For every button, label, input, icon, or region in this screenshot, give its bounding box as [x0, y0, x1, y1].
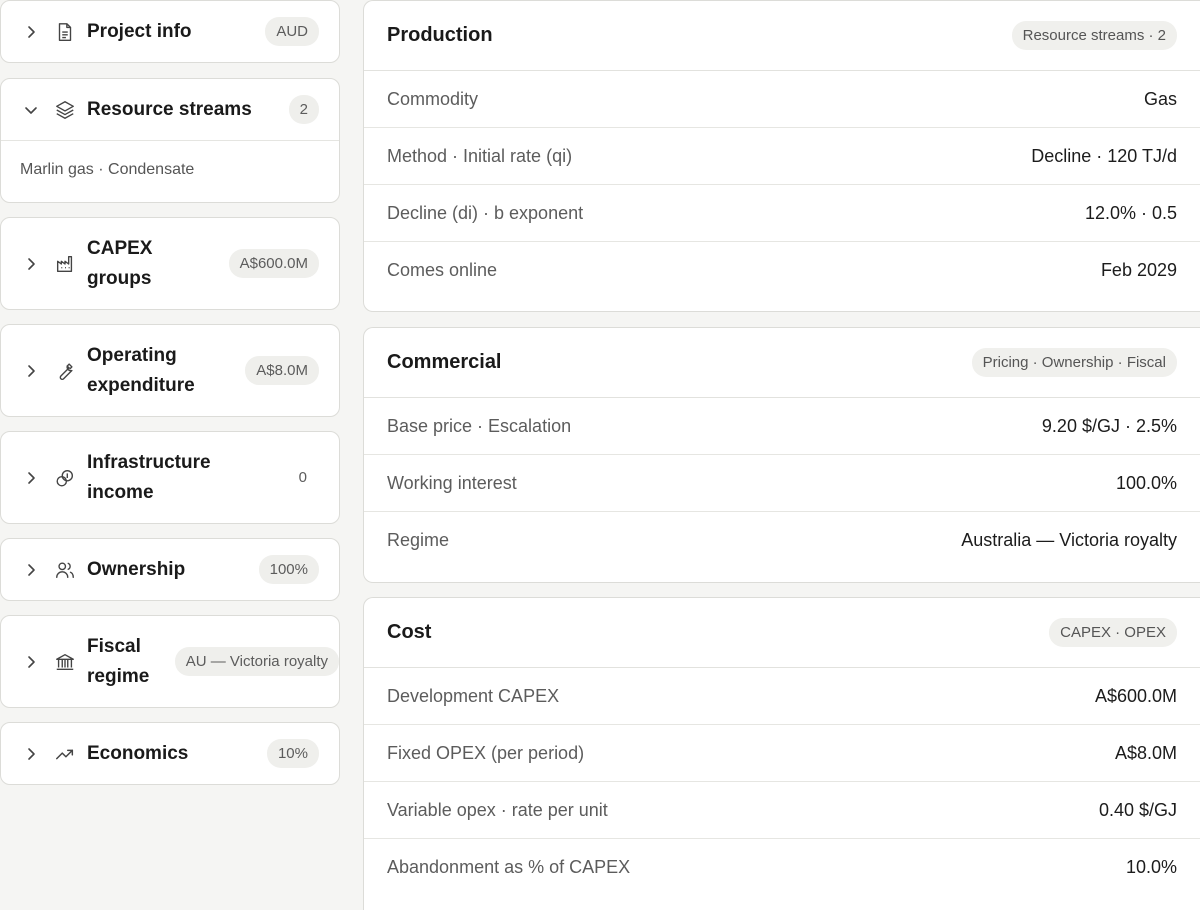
row-value: 100.0%	[1115, 472, 1177, 493]
trending-up-icon	[53, 742, 77, 766]
row-label: Base price · Escalation	[387, 415, 572, 436]
table-row: Commodity Gas	[364, 71, 1200, 128]
chevron-down-icon[interactable]	[21, 100, 41, 120]
table-row: Variable opex · rate per unit 0.40 $/GJ	[364, 782, 1200, 839]
row-label: Method · Initial rate (qi)	[387, 145, 573, 166]
row-value: 9.20 $/GJ · 2.5%	[1041, 415, 1177, 436]
row-value: A$8.0M	[1114, 742, 1177, 763]
count-badge: 2	[288, 95, 319, 124]
section-fiscal-regime[interactable]: Fiscal regime AU — Victoria royalty	[0, 615, 340, 708]
panel-title: Commercial	[387, 351, 502, 373]
layers-icon	[53, 98, 77, 122]
section-title: CAPEX groups	[87, 237, 153, 289]
section-title: Resource streams	[87, 98, 252, 120]
resource-streams-summary: Marlin gas · Condensate	[1, 140, 339, 203]
users-icon	[53, 558, 77, 582]
chevron-right-icon[interactable]	[21, 254, 41, 274]
percent-badge: 100%	[258, 555, 319, 584]
document-icon	[53, 20, 77, 44]
row-label: Commodity	[387, 88, 479, 109]
panel-badge[interactable]: CAPEX · OPEX	[1049, 618, 1177, 647]
section-title: Economics	[87, 742, 189, 764]
section-capex-groups[interactable]: CAPEX groups A$600.0M	[0, 217, 340, 310]
regime-badge: AU — Victoria royalty	[174, 647, 339, 676]
chevron-right-icon[interactable]	[21, 468, 41, 488]
currency-badge: AUD	[265, 17, 319, 46]
page: Project info AUD Resource streams 2 Marl…	[0, 0, 1200, 910]
panel-title: Production	[387, 24, 493, 46]
row-value: Feb 2029	[1100, 260, 1177, 280]
wrench-icon	[53, 359, 77, 383]
table-row: Base price · Escalation 9.20 $/GJ · 2.5%	[364, 398, 1200, 455]
row-value: Gas	[1143, 88, 1177, 109]
section-project-info[interactable]: Project info AUD	[0, 0, 340, 63]
row-label: Abandonment as % of CAPEX	[387, 857, 631, 877]
table-row: Working interest 100.0%	[364, 455, 1200, 512]
chevron-right-icon[interactable]	[21, 560, 41, 580]
section-economics[interactable]: Economics 10%	[0, 722, 340, 785]
commercial-panel: Commercial Pricing · Ownership · Fiscal …	[363, 327, 1200, 583]
row-value: 0.40 $/GJ	[1098, 799, 1177, 820]
row-value: 12.0% · 0.5	[1084, 202, 1177, 223]
table-row: Fixed OPEX (per period) A$8.0M	[364, 725, 1200, 782]
section-title: Ownership	[87, 558, 186, 580]
section-title: Project info	[87, 20, 192, 42]
section-infrastructure-income[interactable]: Infrastructure income 0	[0, 431, 340, 524]
row-value: Decline · 120 TJ/d	[1031, 145, 1177, 166]
row-value: A$600.0M	[1094, 685, 1177, 706]
section-title: Infrastructure income	[87, 451, 211, 503]
discount-rate-badge: 10%	[266, 739, 319, 768]
row-label: Regime	[387, 530, 450, 550]
chevron-right-icon[interactable]	[21, 744, 41, 764]
production-panel: Production Resource streams · 2 Commodit…	[363, 0, 1200, 312]
table-row: Regime Australia — Victoria royalty	[364, 512, 1200, 569]
cost-panel: Cost CAPEX · OPEX Development CAPEX A$600…	[363, 597, 1200, 910]
panel-badge[interactable]: Pricing · Ownership · Fiscal	[971, 348, 1177, 377]
chevron-right-icon[interactable]	[21, 22, 41, 42]
panel-title: Cost	[387, 621, 432, 643]
section-title: Operating expenditure	[87, 344, 195, 396]
table-row: Comes online Feb 2029	[364, 242, 1200, 299]
table-row: Decline (di) · b exponent 12.0% · 0.5	[364, 185, 1200, 242]
amount-badge: A$600.0M	[228, 249, 319, 278]
section-title: Fiscal regime	[87, 635, 150, 687]
table-row: Method · Initial rate (qi) Decline · 120 …	[364, 128, 1200, 185]
row-value: 10.0%	[1125, 857, 1177, 877]
row-label: Fixed OPEX (per period)	[387, 742, 585, 763]
factory-icon	[53, 252, 77, 276]
coins-icon	[53, 466, 77, 490]
row-label: Working interest	[387, 472, 517, 493]
table-row: Abandonment as % of CAPEX 10.0%	[364, 839, 1200, 896]
row-value: Australia — Victoria royalty	[961, 530, 1177, 550]
section-ownership[interactable]: Ownership 100%	[0, 538, 340, 601]
bank-icon	[53, 650, 77, 674]
count-badge: 0	[298, 469, 307, 486]
chevron-right-icon[interactable]	[21, 652, 41, 672]
amount-badge: A$8.0M	[245, 356, 319, 385]
panel-badge[interactable]: Resource streams · 2	[1011, 21, 1177, 50]
table-row: Development CAPEX A$600.0M	[364, 668, 1200, 725]
row-label: Variable opex · rate per unit	[387, 799, 608, 820]
row-label: Comes online	[387, 260, 498, 280]
chevron-right-icon[interactable]	[21, 361, 41, 381]
row-label: Decline (di) · b exponent	[387, 202, 584, 223]
row-label: Development CAPEX	[387, 685, 560, 706]
section-resource-streams[interactable]: Resource streams 2 Marlin gas · Condensa…	[0, 78, 340, 203]
section-operating-expenditure[interactable]: Operating expenditure A$8.0M	[0, 324, 340, 417]
